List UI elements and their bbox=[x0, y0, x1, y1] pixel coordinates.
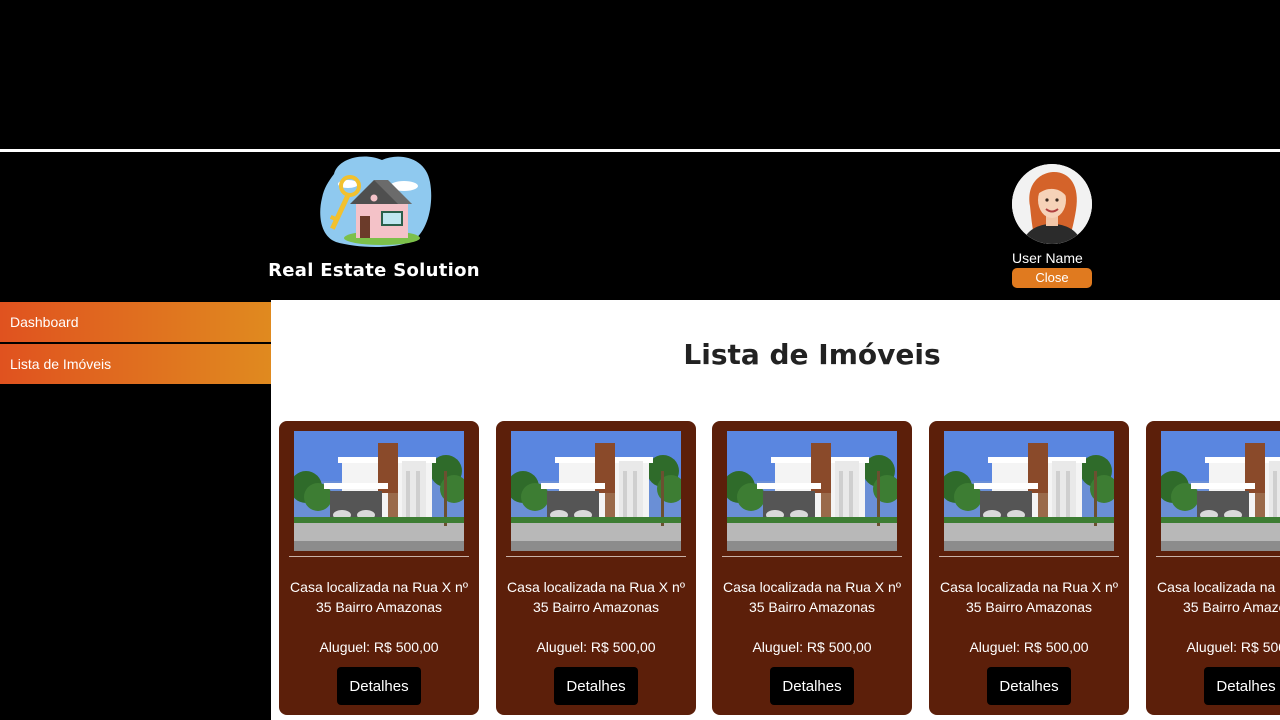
property-card: Casa localizada na Rua X nº 35 Bairro Am… bbox=[929, 421, 1129, 715]
property-price: Aluguel: R$ 500,00 bbox=[319, 639, 439, 655]
property-card: Casa localizada na Rua X nº 35 Bairro Am… bbox=[712, 421, 912, 715]
card-divider bbox=[939, 556, 1119, 557]
house-with-key-icon bbox=[320, 156, 432, 247]
property-card: Casa localizada na Rua X nº 35 Bairro Am… bbox=[496, 421, 696, 715]
property-card: Casa localizada na Rua X nº 35 Bairro Am… bbox=[1146, 421, 1280, 715]
property-address: Casa localizada na Rua X nº 35 Bairro Am… bbox=[290, 579, 468, 615]
card-divider bbox=[722, 556, 902, 557]
property-photo[interactable] bbox=[511, 431, 681, 551]
property-price: Aluguel: R$ 500,00 bbox=[1186, 639, 1280, 655]
details-button[interactable]: Detalhes bbox=[987, 667, 1071, 705]
brand[interactable]: Real Estate Solution bbox=[266, 152, 482, 300]
details-button[interactable]: Detalhes bbox=[554, 667, 638, 705]
sidebar: Dashboard Lista de Imóveis bbox=[0, 300, 271, 720]
card-divider bbox=[289, 556, 469, 557]
main-content: Lista de Imóveis Casa localizada na Rua … bbox=[271, 300, 1280, 720]
property-address: Casa localizada na Rua X nº 35 Bairro Am… bbox=[723, 579, 901, 615]
property-price: Aluguel: R$ 500,00 bbox=[536, 639, 656, 655]
top-black-band bbox=[0, 0, 1280, 149]
details-button[interactable]: Detalhes bbox=[337, 667, 421, 705]
property-address: Casa localizada na Rua X nº 35 Bairro Am… bbox=[507, 579, 685, 615]
user-name: User Name bbox=[1012, 250, 1083, 266]
app-header: Real Estate Solution User Name Close bbox=[0, 152, 1280, 300]
property-photo[interactable] bbox=[727, 431, 897, 551]
property-photo[interactable] bbox=[294, 431, 464, 551]
property-address: Casa localizada na Rua X nº 35 Bairro Am… bbox=[940, 579, 1118, 615]
close-button[interactable]: Close bbox=[1012, 268, 1092, 288]
sidebar-item-dashboard[interactable]: Dashboard bbox=[0, 302, 271, 342]
property-photo[interactable] bbox=[1161, 431, 1280, 551]
property-photo[interactable] bbox=[944, 431, 1114, 551]
details-button[interactable]: Detalhes bbox=[1204, 667, 1280, 705]
details-button[interactable]: Detalhes bbox=[770, 667, 854, 705]
brand-name: Real Estate Solution bbox=[268, 260, 480, 281]
user-panel: User Name Close bbox=[1012, 164, 1092, 288]
card-divider bbox=[1156, 556, 1280, 557]
user-avatar[interactable] bbox=[1012, 164, 1092, 244]
page-title: Lista de Imóveis bbox=[683, 338, 941, 371]
property-card: Casa localizada na Rua X nº 35 Bairro Am… bbox=[279, 421, 479, 715]
property-price: Aluguel: R$ 500,00 bbox=[969, 639, 1089, 655]
sidebar-item-lista-de-imoveis[interactable]: Lista de Imóveis bbox=[0, 344, 271, 384]
card-divider bbox=[506, 556, 686, 557]
property-address: Casa localizada na Rua X nº 35 Bairro Am… bbox=[1157, 579, 1280, 615]
property-price: Aluguel: R$ 500,00 bbox=[752, 639, 872, 655]
property-list: Casa localizada na Rua X nº 35 Bairro Am… bbox=[279, 421, 1280, 720]
